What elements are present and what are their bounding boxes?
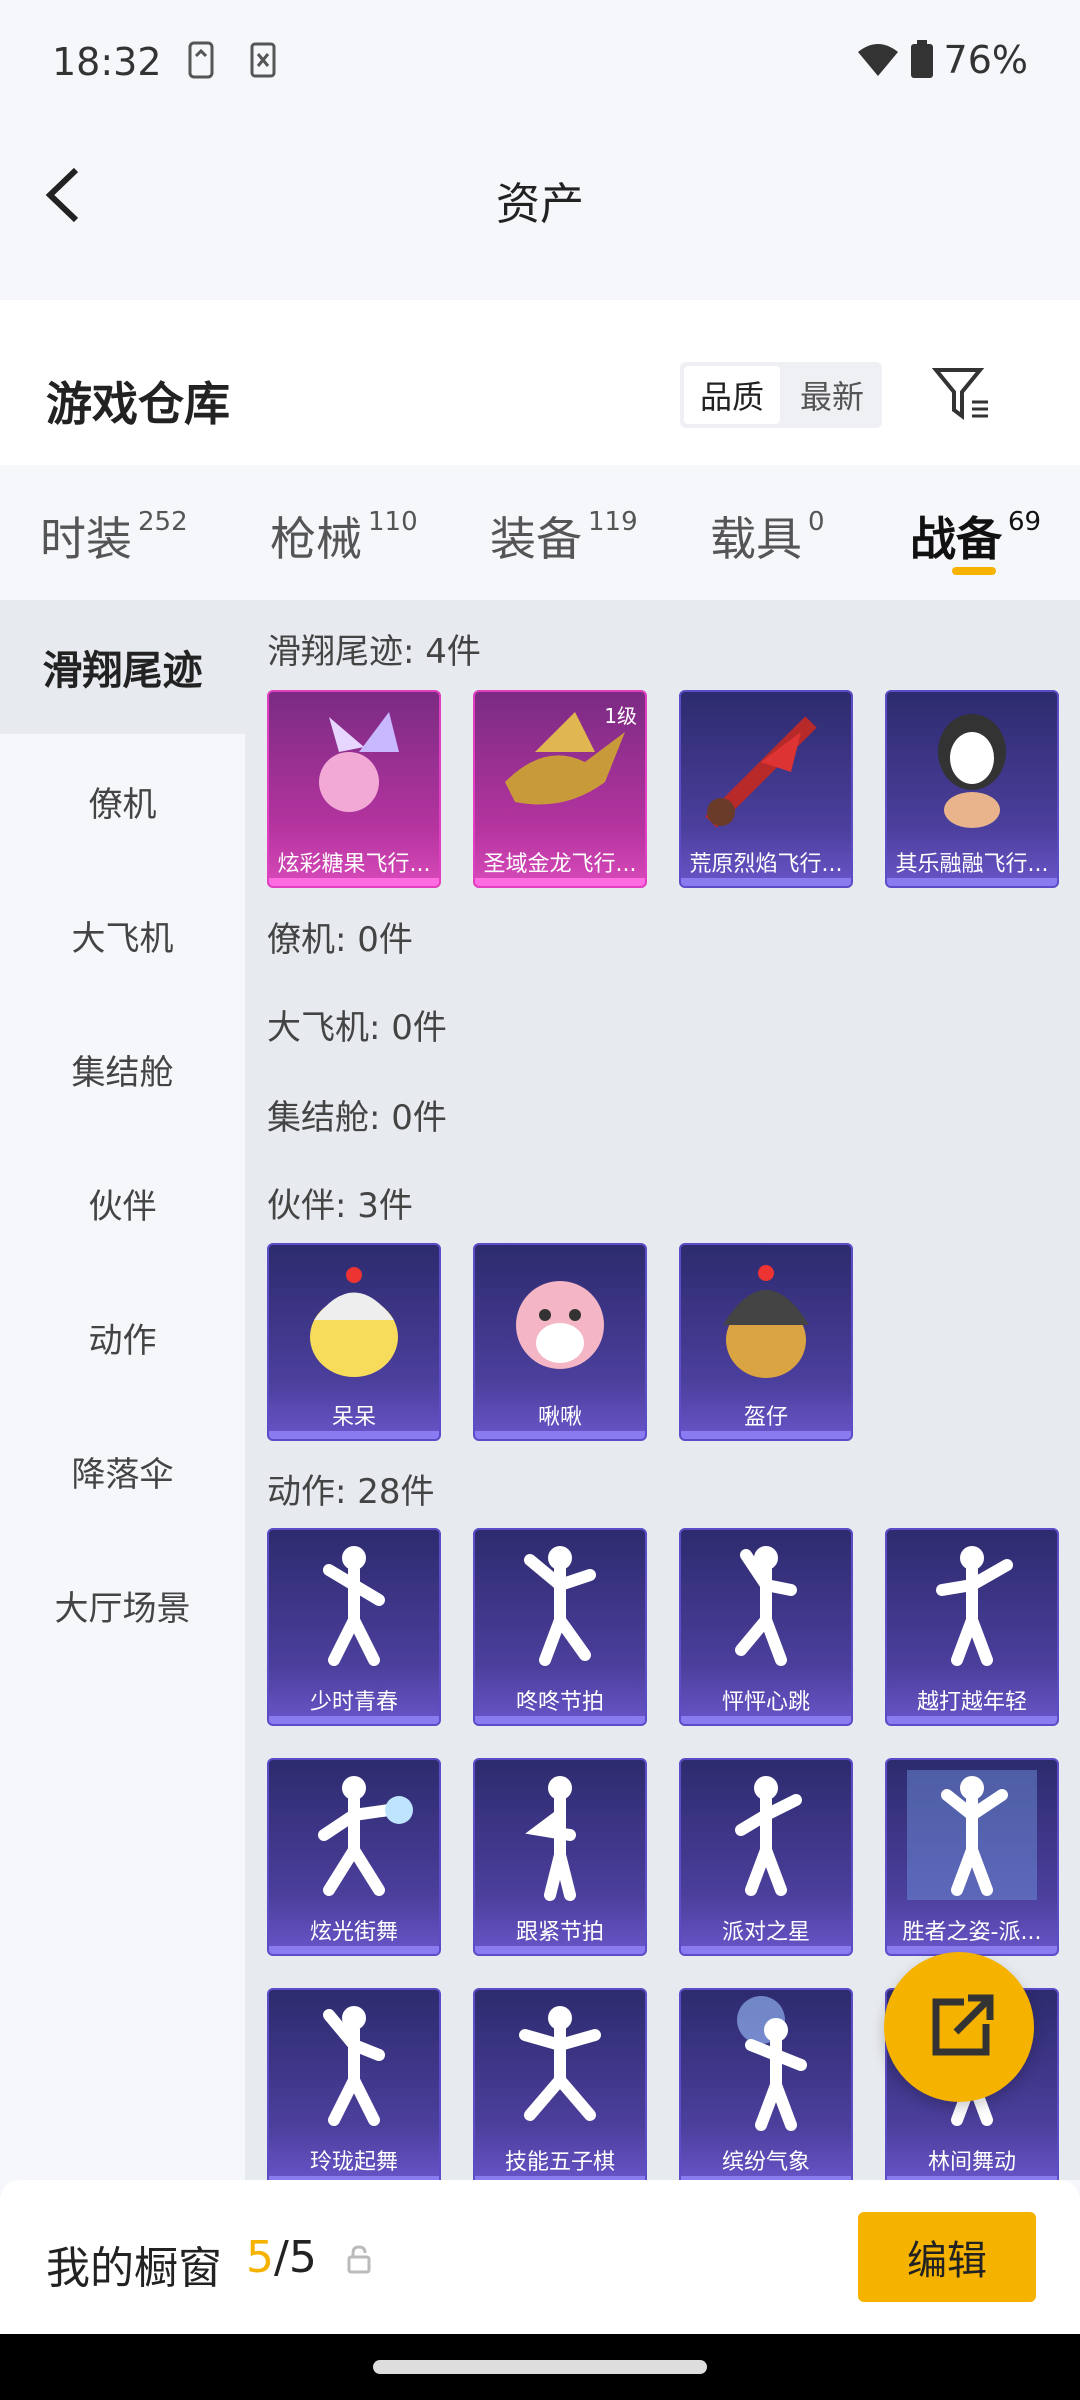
status-bar: 18:32 76% (0, 0, 1080, 130)
dance-pose-icon (525, 1776, 576, 1901)
sim-off-icon (250, 42, 276, 78)
sidebar-item-big-plane[interactable]: 大飞机 (0, 868, 245, 1002)
section-title-action: 动作: 28件 (267, 1472, 435, 1512)
item-card[interactable]: 炫光街舞 (267, 1758, 441, 1956)
screen-rotate-icon (188, 41, 214, 79)
chick-icon (310, 1267, 398, 1377)
share-button[interactable] (884, 1952, 1034, 2102)
item-card[interactable]: 其乐融融飞行... (885, 690, 1059, 888)
battery-icon (910, 40, 933, 78)
section-title-wingman: 僚机: 0件 (267, 920, 413, 960)
status-time: 18:32 (52, 40, 162, 84)
item-card[interactable]: 1级 圣域金龙飞行... (473, 690, 647, 888)
section-title-partner: 伙伴: 3件 (267, 1186, 413, 1226)
sidebar-item-partner[interactable]: 伙伴 (0, 1136, 245, 1270)
warehouse-header: 游戏仓库 品质 最新 (0, 300, 1080, 465)
tab-fashion[interactable]: 时装 252 (40, 503, 188, 569)
item-card[interactable]: 派对之星 (679, 1758, 853, 1956)
tab-battle-prep[interactable]: 战备 69 (910, 503, 1041, 569)
page-title: 资产 (496, 179, 584, 230)
pink-bird-icon (516, 1281, 604, 1369)
showcase-count: 5/5 (246, 2232, 317, 2283)
filter-icon[interactable] (932, 364, 992, 424)
level-badge: 1级 (604, 704, 637, 728)
dance-pose-icon (323, 2006, 385, 2126)
wifi-icon (857, 44, 898, 76)
helmet-chick-icon (723, 1265, 809, 1378)
item-card[interactable]: 胜者之姿-派... (885, 1758, 1059, 1956)
share-icon (932, 1994, 994, 2056)
top-header: 资产 (0, 130, 1080, 300)
showcase-label: 我的橱窗 (46, 2243, 222, 2294)
dance-pose-icon (735, 1776, 802, 1896)
sidebar-item-wingman[interactable]: 僚机 (0, 734, 245, 868)
battery-percent: 76% (943, 38, 1028, 82)
dance-pose-icon (524, 1546, 596, 1666)
home-gesture-handle[interactable] (373, 2360, 707, 2374)
dance-pose-icon (323, 1546, 385, 1666)
sidebar-item-action[interactable]: 动作 (0, 1270, 245, 1404)
item-card[interactable]: 炫彩糖果飞行... (267, 690, 441, 888)
item-card[interactable]: 荒原烈焰飞行... (679, 690, 853, 888)
app-root: 18:32 76% 资产 游戏仓库 品质 最新 时装 252 枪械 110 装备 11… (0, 0, 1080, 2400)
dance-pose-icon (907, 1770, 1037, 1900)
flame-trail-icon (705, 716, 817, 828)
tab-weapons[interactable]: 枪械 110 (270, 503, 418, 569)
tab-equipment[interactable]: 装备 119 (490, 503, 638, 569)
sort-toggle: 品质 最新 (680, 362, 882, 428)
section-title-plane: 大飞机: 0件 (267, 1008, 447, 1048)
sidebar-item-lobby-scene[interactable]: 大厅场景 (0, 1538, 245, 1672)
item-card[interactable]: 跟紧节拍 (473, 1758, 647, 1956)
item-card[interactable]: 怦怦心跳 (679, 1528, 853, 1726)
sort-newest-button[interactable]: 最新 (784, 366, 880, 424)
sidebar-item-glide-trail[interactable]: 滑翔尾迹 (0, 600, 245, 734)
system-nav-bar (0, 2334, 1080, 2400)
item-card[interactable]: 缤纷气象 (679, 1988, 853, 2180)
item-card[interactable]: 玲珑起舞 (267, 1988, 441, 2180)
lock-icon (347, 2245, 371, 2274)
warehouse-title: 游戏仓库 (46, 377, 230, 431)
status-right: 76% (856, 38, 1028, 82)
penguin-trail-icon (938, 714, 1006, 828)
item-card[interactable]: 呆呆 (267, 1243, 441, 1441)
sidebar-item-parachute[interactable]: 降落伞 (0, 1404, 245, 1538)
item-card[interactable]: 啾啾 (473, 1243, 647, 1441)
showcase-bar: 我的橱窗 5/5 编辑 (0, 2180, 1080, 2334)
active-tab-underline (952, 567, 996, 575)
sidebar: 滑翔尾迹 僚机 大飞机 集结舱 伙伴 动作 降落伞 大厅场景 (0, 600, 245, 2180)
dance-pose-icon (936, 1546, 1013, 1666)
item-card[interactable]: 越打越年轻 (885, 1528, 1059, 1726)
item-card[interactable]: 少时青春 (267, 1528, 441, 1726)
dance-pose-icon (519, 2006, 601, 2121)
item-card[interactable]: 咚咚节拍 (473, 1528, 647, 1726)
section-title-capsule: 集结舱: 0件 (267, 1098, 447, 1138)
category-tabs: 时装 252 枪械 110 装备 119 载具 0 战备 69 (0, 465, 1080, 600)
candy-trail-icon (319, 712, 399, 812)
dance-pose-icon (318, 1776, 413, 1896)
dance-pose-icon (735, 1546, 797, 1666)
edit-button[interactable]: 编辑 (858, 2212, 1036, 2302)
sidebar-item-capsule[interactable]: 集结舱 (0, 1002, 245, 1136)
content-panel: 滑翔尾迹: 4件 炫彩糖果飞行... 1级 圣域金龙飞行... 荒原烈焰飞行..… (245, 600, 1080, 2180)
item-card[interactable]: 盔仔 (679, 1243, 853, 1441)
tab-vehicles[interactable]: 载具 0 (710, 503, 825, 569)
section-title-glide: 滑翔尾迹: 4件 (267, 632, 481, 672)
sort-quality-button[interactable]: 品质 (684, 366, 780, 424)
dance-pose-icon (737, 1996, 807, 2131)
item-card[interactable]: 技能五子棋 (473, 1988, 647, 2180)
